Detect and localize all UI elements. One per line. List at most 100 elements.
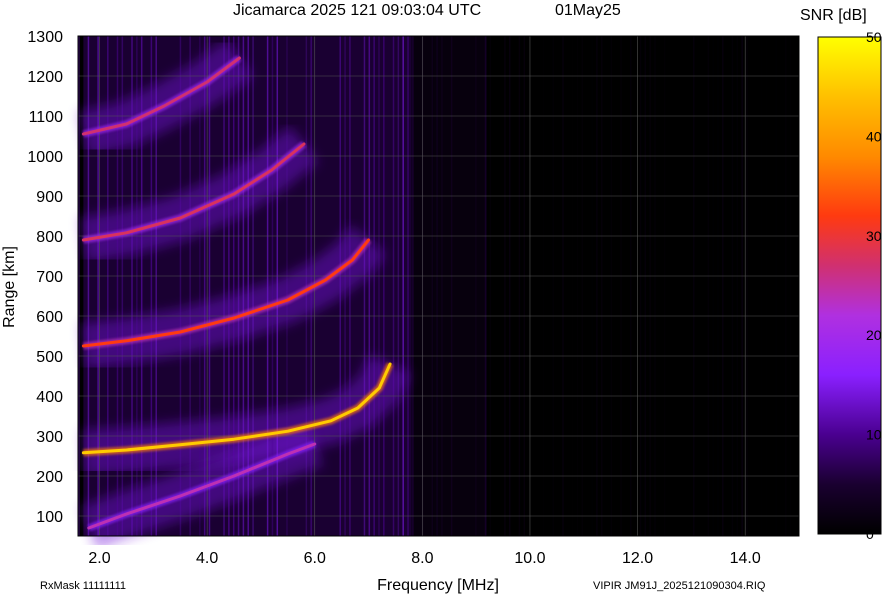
noise-stripe [373, 36, 375, 536]
y-tick-label: 1200 [27, 69, 63, 86]
noise-stripe [712, 36, 714, 536]
noise-stripe [508, 36, 511, 536]
noise-stripe [571, 36, 574, 536]
y-axis-ticks: 100 200 300 400 500 600 700 800 900 1000 1100 1200 1… [27, 29, 63, 526]
x-tick-label: 14.0 [730, 550, 761, 567]
noise-stripe [397, 36, 400, 536]
colorbar-tick-label: 20 [866, 327, 882, 343]
noise-stripe [441, 36, 443, 536]
noise-stripe [286, 36, 288, 536]
noise-stripe [179, 36, 182, 536]
x-tick-label: 2.0 [88, 550, 110, 567]
y-tick-label: 800 [36, 229, 63, 246]
noise-stripe [252, 36, 254, 536]
x-tick-label: 6.0 [304, 550, 326, 567]
chart-title: Jicamarca 2025 121 09:03:04 UTC [233, 2, 481, 19]
noise-stripe [349, 36, 351, 536]
colorbar-tick-label: 0 [866, 526, 874, 542]
colorbar-tick-label: 40 [866, 128, 882, 144]
noise-stripe [639, 36, 642, 536]
date-label: 01May25 [555, 2, 621, 19]
noise-stripe [518, 36, 521, 536]
y-tick-label: 400 [36, 389, 63, 406]
colorbar-tick-label: 50 [866, 29, 882, 45]
noise-stripe [717, 36, 719, 536]
noise-stripe [722, 36, 724, 536]
noise-stripe [189, 36, 191, 536]
noise-stripe [542, 36, 545, 536]
y-tick-label: 1300 [27, 29, 63, 46]
noise-stripe [523, 36, 526, 536]
noise-stripe [736, 36, 739, 536]
y-tick-label: 200 [36, 469, 63, 486]
noise-stripe [87, 36, 90, 536]
noise-stripe [378, 36, 380, 536]
y-tick-label: 900 [36, 189, 63, 206]
noise-stripe [402, 36, 404, 536]
noise-stripe [368, 36, 371, 536]
noise-stripe [504, 36, 506, 536]
noise-stripe [140, 36, 143, 536]
ionogram-chart: Jicamarca 2025 121 09:03:04 UTC 01May25 … [1, 2, 882, 594]
noise-stripe [247, 36, 249, 536]
noise-stripe [552, 36, 555, 536]
noise-stripe [596, 36, 598, 536]
noise-stripe [663, 36, 666, 536]
y-tick-label: 1000 [27, 149, 63, 166]
noise-stripe [107, 36, 109, 536]
noise-stripe [731, 36, 734, 536]
noise-stripe [136, 36, 138, 536]
noise-stripe [746, 36, 748, 536]
y-axis-label: Range [km] [1, 246, 18, 328]
noise-stripe [591, 36, 593, 536]
y-tick-label: 300 [36, 429, 63, 446]
noise-stripe [363, 36, 366, 536]
x-tick-label: 4.0 [196, 550, 218, 567]
noise-stripe [97, 36, 99, 536]
noise-stripe [392, 36, 395, 536]
noise-stripe [475, 36, 477, 536]
y-tick-label: 700 [36, 269, 63, 286]
noise-stripe [581, 36, 584, 536]
noise-stripe [203, 36, 206, 536]
noise-stripe [576, 36, 579, 536]
noise-stripe [131, 36, 133, 536]
noise-stripe [765, 36, 768, 536]
x-axis-ticks: 2.0 4.0 6.0 8.0 10.0 12.0 14.0 [88, 550, 760, 567]
noise-stripe [450, 36, 453, 536]
y-tick-label: 500 [36, 349, 63, 366]
noise-stripe [620, 36, 622, 536]
noise-stripe [116, 36, 119, 536]
noise-stripe [407, 36, 409, 536]
noise-stripe [237, 36, 240, 536]
x-tick-label: 12.0 [622, 550, 653, 567]
noise-stripe [785, 36, 787, 536]
noise-stripe [600, 36, 603, 536]
y-tick-label: 100 [36, 509, 63, 526]
noise-stripe [199, 36, 201, 536]
noise-stripe [228, 36, 230, 536]
noise-stripe [562, 36, 564, 536]
x-tick-label: 8.0 [411, 550, 433, 567]
y-tick-label: 1100 [29, 109, 64, 126]
y-tick-label: 600 [36, 309, 63, 326]
noise-stripe [644, 36, 647, 536]
noise-stripe [654, 36, 656, 536]
noise-stripe [339, 36, 341, 536]
noise-stripe [436, 36, 438, 536]
noise-stripe [232, 36, 235, 536]
noise-stripe [412, 36, 414, 536]
noise-stripe [630, 36, 632, 536]
noise-stripe [693, 36, 695, 536]
file-label: VIPIR JM91J_2025121090304.RIQ [593, 580, 766, 592]
noise-stripe [431, 36, 434, 536]
noise-stripe [208, 36, 211, 536]
noise-stripe [484, 36, 487, 536]
noise-stripe [344, 36, 346, 536]
colorbar [817, 36, 882, 535]
noise-stripe [223, 36, 225, 536]
noise-stripe [775, 36, 777, 536]
noise-stripe [610, 36, 613, 536]
noise-stripe [489, 36, 492, 536]
noise-stripe [760, 36, 763, 536]
